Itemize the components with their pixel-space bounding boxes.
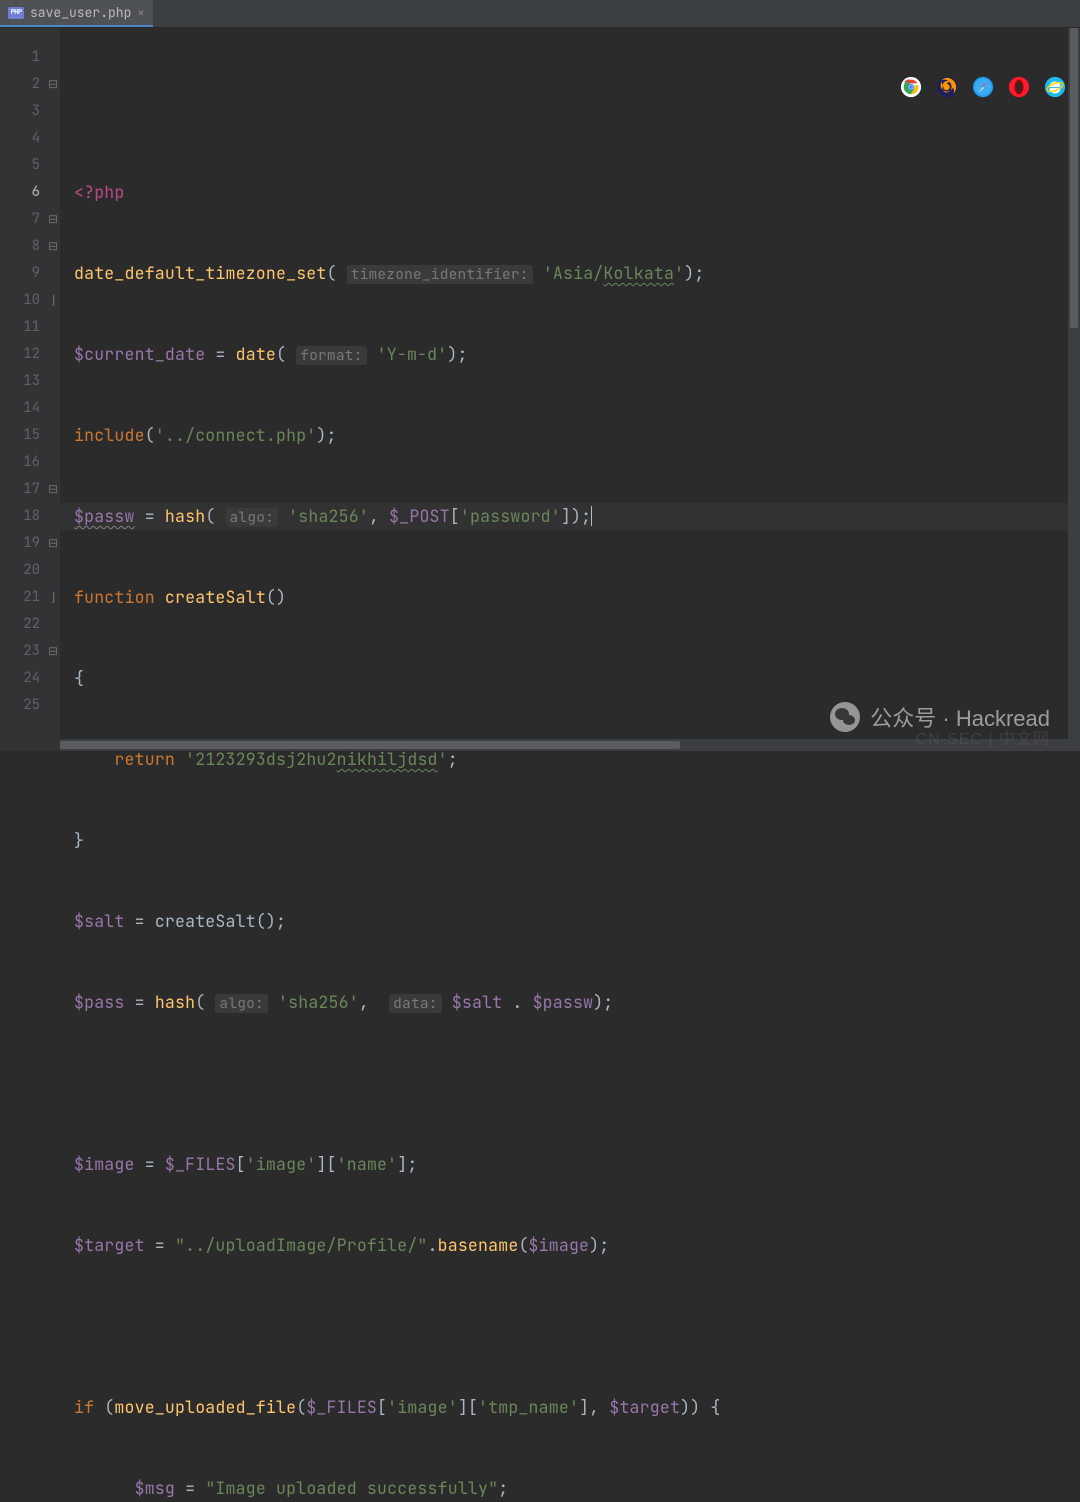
opera-icon[interactable] [1008, 76, 1030, 98]
line-number-gutter: 1234567891011121314151617181920212223242… [0, 28, 46, 751]
firefox-icon[interactable] [936, 76, 958, 98]
code-line: if (move_uploaded_file($_FILES['image'][… [74, 1394, 1080, 1421]
code-line: <?php [74, 179, 1080, 206]
code-line: { [74, 665, 1080, 692]
wechat-icon [830, 702, 860, 732]
parameter-hint: timezone_identifier: [347, 265, 533, 284]
fold-gutter: ⊟⊟⊟⌋⊟⊟⌋⊟ [46, 28, 60, 751]
code-line: $salt = createSalt(); [74, 908, 1080, 935]
code-line-active: $passw = hash( algo: 'sha256', $_POST['p… [60, 503, 1080, 530]
scrollbar-thumb[interactable] [1070, 28, 1078, 328]
close-icon[interactable]: × [137, 5, 144, 21]
code-line [74, 1313, 1080, 1340]
chrome-icon[interactable] [900, 76, 922, 98]
parameter-hint: data: [389, 994, 442, 1013]
code-line: function createSalt() [74, 584, 1080, 611]
code-line [74, 1070, 1080, 1097]
code-line: $image = $_FILES['image']['name']; [74, 1151, 1080, 1178]
safari-icon[interactable] [972, 76, 994, 98]
vertical-scrollbar[interactable] [1068, 28, 1080, 751]
code-editor[interactable]: 1234567891011121314151617181920212223242… [0, 28, 1080, 751]
watermark-sub: CN-SEC | 中文网 [916, 725, 1050, 749]
tab-bar: PHP save_user.php × [0, 0, 1080, 28]
code-line [74, 98, 1080, 125]
parameter-hint: algo: [215, 994, 268, 1013]
tab-filename: save_user.php [30, 4, 131, 21]
code-line: $msg = "Image uploaded successfully"; [74, 1475, 1080, 1502]
text-caret [591, 506, 592, 526]
code-line: $current_date = date( format: 'Y-m-d'); [74, 341, 1080, 368]
parameter-hint: algo: [226, 508, 279, 527]
ie-icon[interactable] [1044, 76, 1066, 98]
code-area[interactable]: <?php date_default_timezone_set( timezon… [60, 28, 1080, 751]
parameter-hint: format: [296, 346, 366, 365]
scrollbar-thumb[interactable] [60, 741, 680, 749]
code-line: $pass = hash( algo: 'sha256', data: $sal… [74, 989, 1080, 1016]
browser-preview-icons [900, 76, 1066, 98]
php-file-icon: PHP [8, 7, 24, 19]
tab-save-user[interactable]: PHP save_user.php × [0, 0, 153, 27]
code-line: $target = "../uploadImage/Profile/".base… [74, 1232, 1080, 1259]
code-line: } [74, 827, 1080, 854]
code-line: date_default_timezone_set( timezone_iden… [74, 260, 1080, 287]
code-line: include('../connect.php'); [74, 422, 1080, 449]
